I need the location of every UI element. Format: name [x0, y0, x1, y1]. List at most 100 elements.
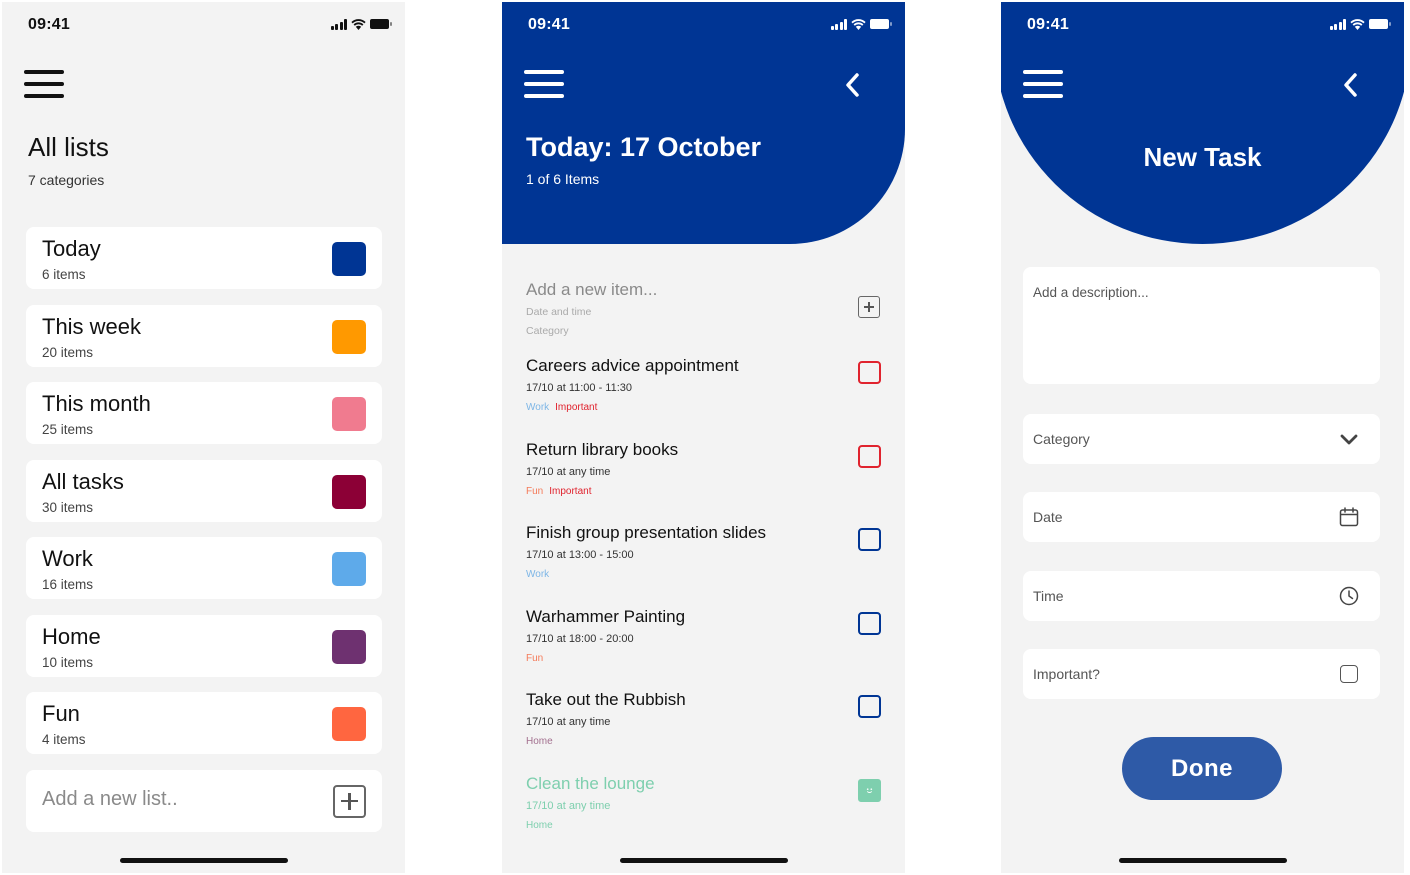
status-time: 09:41 — [28, 16, 70, 33]
list-card-fun[interactable]: Fun 4 items — [26, 692, 382, 754]
page-title: New Task — [1143, 142, 1262, 172]
battery-icon — [870, 19, 892, 29]
done-button[interactable]: Done — [1122, 737, 1282, 800]
new-task-screen: 09:41 New Task Add a description... Cate… — [1001, 2, 1404, 873]
time-field[interactable]: Time — [1023, 571, 1380, 621]
list-card-all-tasks[interactable]: All tasks 30 items — [26, 459, 382, 522]
task-title: Finish group presentation slides — [526, 523, 767, 542]
category-tag: Work — [526, 402, 550, 413]
task-row[interactable]: Careers advice appointment 17/10 at 11:0… — [502, 356, 905, 440]
description-placeholder: Add a description... — [1033, 285, 1149, 300]
smile-icon — [866, 787, 873, 793]
category-dropdown[interactable]: Category — [1023, 414, 1380, 464]
wifi-icon — [851, 18, 866, 30]
task-checkbox[interactable] — [858, 611, 881, 635]
battery-icon — [370, 19, 392, 29]
status-bar: 09:41 — [1001, 2, 1404, 48]
color-swatch — [332, 397, 366, 431]
signal-icon — [1329, 18, 1346, 30]
task-checkbox[interactable] — [858, 528, 881, 551]
plus-icon[interactable] — [858, 296, 880, 318]
list-card-this-month[interactable]: This month 25 items — [26, 382, 382, 444]
list-card-this-week[interactable]: This week 20 items — [26, 304, 382, 367]
category-tag: Home — [526, 736, 553, 747]
task-checkbox-checked[interactable] — [858, 778, 881, 802]
task-row[interactable]: Take out the Rubbish 17/10 at any time H… — [502, 690, 905, 774]
task-title: Warhammer Painting — [526, 606, 686, 626]
status-icons — [330, 16, 392, 32]
task-title: Take out the Rubbish — [526, 690, 686, 709]
task-checkbox[interactable] — [858, 444, 881, 468]
task-tags: Work Important — [526, 402, 603, 413]
task-title: Clean the lounge — [526, 773, 655, 793]
status-time: 09:41 — [1027, 16, 1069, 33]
list-card-today[interactable]: Today 6 items — [26, 227, 382, 289]
menu-icon[interactable] — [24, 68, 64, 100]
list-count: 6 items — [42, 267, 86, 282]
add-item-date-field[interactable]: Date and time — [526, 306, 591, 318]
plus-icon[interactable] — [333, 784, 366, 818]
important-checkbox[interactable] — [1340, 665, 1358, 683]
task-row-completed[interactable]: Clean the lounge 17/10 at any time Home — [502, 774, 905, 858]
task-tags: Home — [526, 736, 559, 747]
menu-icon[interactable] — [524, 68, 564, 100]
status-icons — [1329, 16, 1391, 32]
back-chevron-icon[interactable] — [1338, 70, 1364, 100]
home-indicator — [619, 858, 788, 863]
color-swatch — [332, 319, 366, 354]
add-item-category-field[interactable]: Category — [526, 325, 569, 337]
category-tag: Home — [526, 819, 553, 831]
add-item-input[interactable]: Add a new item... — [526, 280, 657, 300]
signal-icon — [830, 18, 847, 30]
page-title: All lists — [28, 132, 109, 162]
category-label: Category — [1033, 431, 1090, 447]
task-datetime: 17/10 at any time — [526, 465, 611, 478]
task-checkbox[interactable] — [858, 695, 881, 718]
task-checkbox[interactable] — [858, 361, 881, 384]
status-bar: 09:41 — [2, 2, 405, 48]
task-datetime: 17/10 at 18:00 - 20:00 — [526, 632, 634, 645]
task-tags: Home — [526, 820, 559, 831]
list-name: Today — [42, 236, 101, 261]
menu-icon[interactable] — [1023, 68, 1063, 100]
task-tags: Fun — [526, 653, 549, 664]
color-swatch — [332, 474, 366, 509]
wifi-icon — [1350, 18, 1365, 30]
task-datetime: 17/10 at any time — [526, 716, 611, 728]
date-label: Date — [1033, 509, 1063, 525]
today-screen: 09:41 Today: 17 October 1 of 6 Items Add… — [502, 2, 905, 873]
task-datetime: 17/10 at any time — [526, 799, 611, 812]
back-chevron-icon[interactable] — [840, 70, 866, 100]
task-row[interactable]: Finish group presentation slides 17/10 a… — [502, 523, 905, 607]
signal-icon — [330, 18, 347, 30]
list-name: Home — [42, 623, 101, 649]
page-subtitle: 1 of 6 Items — [526, 171, 600, 187]
important-tag: Important — [549, 485, 592, 497]
task-tags: Fun Important — [526, 486, 597, 497]
calendar-icon[interactable] — [1338, 506, 1360, 528]
add-list-field[interactable]: Add a new list.. — [26, 769, 382, 832]
date-field[interactable]: Date — [1023, 492, 1380, 542]
color-swatch — [332, 552, 366, 586]
category-tag: Fun — [526, 485, 544, 497]
wifi-icon — [351, 18, 366, 30]
list-card-home[interactable]: Home 10 items — [26, 614, 382, 677]
list-count: 25 items — [42, 422, 94, 437]
clock-icon[interactable] — [1338, 585, 1360, 607]
task-datetime: 17/10 at 11:00 - 11:30 — [526, 382, 633, 394]
list-count: 16 items — [42, 577, 94, 592]
task-row[interactable]: Warhammer Painting 17/10 at 18:00 - 20:0… — [502, 607, 905, 691]
status-icons — [830, 16, 892, 32]
important-tag: Important — [555, 402, 598, 413]
description-field[interactable]: Add a description... — [1023, 267, 1380, 384]
chevron-down-icon — [1340, 434, 1358, 445]
list-name: All tasks — [42, 468, 124, 494]
color-swatch — [332, 707, 366, 741]
add-list-input[interactable]: Add a new list.. — [42, 788, 178, 811]
task-title: Return library books — [526, 439, 679, 459]
add-item-row: Add a new item... Date and time Category — [502, 272, 905, 356]
list-card-work[interactable]: Work 16 items — [26, 537, 382, 599]
task-row[interactable]: Return library books 17/10 at any time F… — [502, 440, 905, 524]
home-indicator — [119, 858, 288, 863]
page-title: Today: 17 October — [526, 132, 762, 162]
